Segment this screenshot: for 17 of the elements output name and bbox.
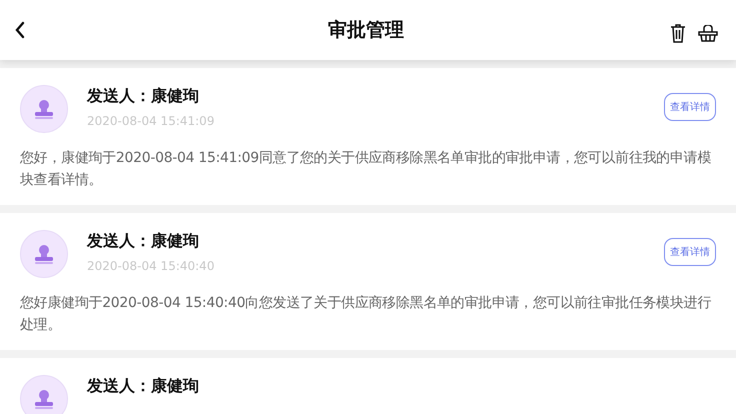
sender-name: 发送人：康健珣 bbox=[87, 376, 200, 396]
sender-name: 发送人：康健珣 bbox=[87, 231, 200, 251]
message-text: 您好康健珣于2020-08-04 15:40:40向您发送了关于供应商移除黑名单的审批申请，您可以前往审批任务模块进行处理。 bbox=[20, 294, 712, 335]
details-button[interactable]: 查看详情 bbox=[664, 238, 716, 266]
avatar-icon bbox=[20, 230, 68, 278]
page-title: 审批管理 bbox=[327, 18, 405, 43]
back-icon bbox=[14, 21, 26, 39]
basket-button[interactable] bbox=[698, 24, 718, 42]
avatar-icon bbox=[20, 85, 68, 133]
trash-icon bbox=[670, 24, 686, 42]
delete-button[interactable] bbox=[670, 24, 686, 42]
back-button[interactable] bbox=[14, 21, 26, 39]
details-button[interactable]: 查看详情 bbox=[664, 93, 716, 121]
message-text: 您好，康健珣于2020-08-04 15:41:09同意了您的关于供应商移除黑名单审批的审批申请，您可以前往我的申请模块查看详情。 bbox=[20, 149, 712, 190]
sender-name: 发送人：康健珣 bbox=[87, 86, 200, 106]
avatar-icon bbox=[20, 375, 68, 414]
basket-icon bbox=[698, 24, 718, 42]
